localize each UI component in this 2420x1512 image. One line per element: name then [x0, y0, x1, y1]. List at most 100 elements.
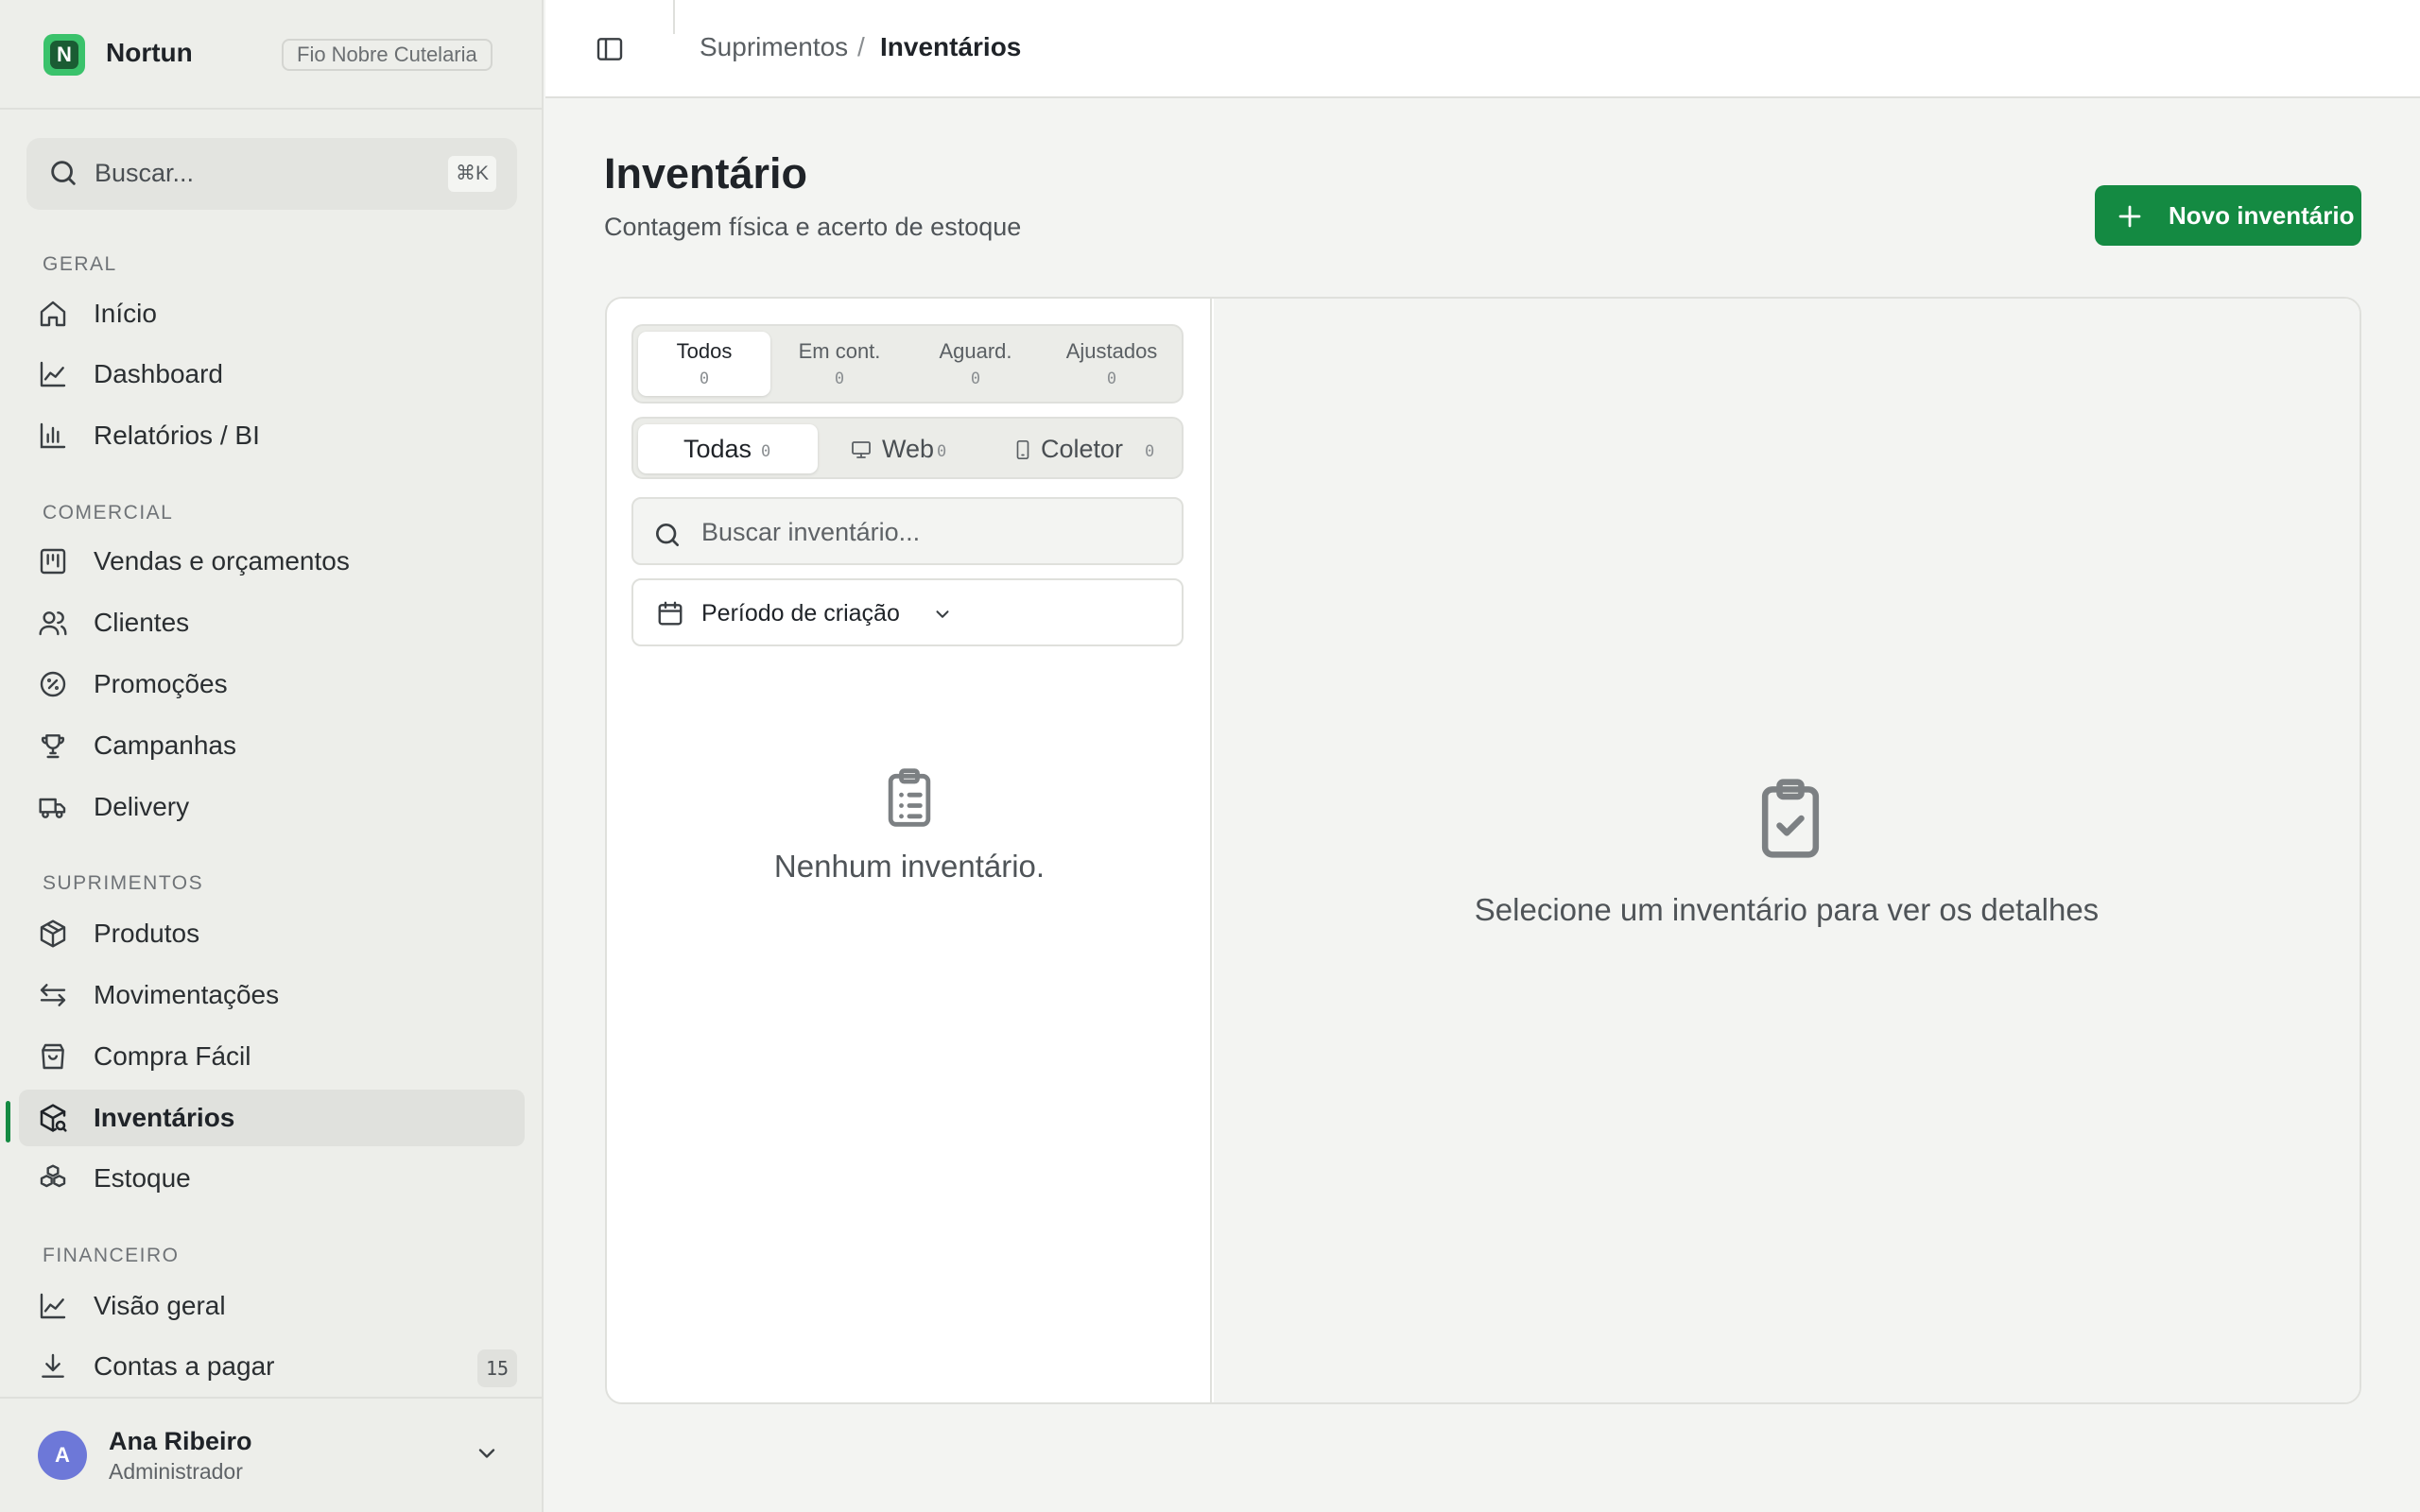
sidebar-item-inicio[interactable]: Início [19, 285, 525, 342]
sidebar-item-estoque[interactable]: Estoque [19, 1150, 525, 1207]
users-icon [38, 608, 68, 638]
sidebar-item-label: Contas a pagar [94, 1351, 275, 1381]
sidebar-item-inventarios[interactable]: Inventários [19, 1090, 525, 1146]
sidebar-item-label: Clientes [94, 608, 190, 637]
line-chart-icon [38, 1291, 68, 1321]
sidebar-item-label: Delivery [94, 792, 190, 821]
sidebar-item-visao-geral[interactable]: Visão geral [19, 1278, 525, 1334]
inventory-search-placeholder: Buscar inventário... [701, 518, 921, 546]
truck-icon [38, 792, 68, 822]
sidebar-item-label: Vendas e orçamentos [94, 546, 350, 576]
company-badge[interactable]: Fio Nobre Cutelaria [282, 39, 493, 71]
empty-list-message: Nenhum inventário. [773, 849, 1046, 884]
sidebar-item-label: Estoque [94, 1163, 191, 1193]
avatar: A [38, 1431, 87, 1480]
sidebar-item-produtos[interactable]: Produtos [19, 905, 525, 962]
smartphone-icon [1012, 438, 1033, 461]
sidebar-item-label: Visão geral [94, 1291, 226, 1320]
global-search-placeholder: Buscar... [95, 159, 195, 187]
breadcrumb-parent[interactable]: Suprimentos [700, 32, 848, 62]
tab-todas[interactable]: Todas 0 [638, 424, 818, 473]
tab-label: Coletor [1041, 435, 1124, 463]
sidebar-item-label: Início [94, 299, 157, 328]
brand-logo-letter: N [50, 41, 78, 69]
tab-count: 0 [937, 442, 947, 461]
global-search[interactable]: Buscar... ⌘K [26, 138, 517, 210]
page-title: Inventário [604, 149, 808, 198]
clipboard-check-icon [1747, 769, 1834, 868]
sidebar-item-compra-facil[interactable]: Compra Fácil [19, 1028, 525, 1085]
new-inventory-button[interactable]: Novo inventário [2095, 185, 2361, 246]
tab-label: Web [882, 435, 935, 463]
tab-em-contagem[interactable]: Em cont. 0 [773, 332, 906, 396]
shopping-bag-icon [38, 1041, 68, 1072]
breadcrumb-current: Inventários [880, 32, 1022, 61]
tab-ajustados[interactable]: Ajustados 0 [1046, 332, 1178, 396]
tab-count: 0 [761, 442, 771, 461]
sidebar-item-label: Promoções [94, 669, 228, 698]
tab-count: 0 [1106, 369, 1117, 388]
tab-label: Todos [676, 339, 733, 363]
home-icon [38, 299, 68, 329]
tab-label: Todas [683, 435, 752, 463]
sidebar-item-label: Campanhas [94, 730, 236, 760]
sidebar-item-vendas[interactable]: Vendas e orçamentos [19, 533, 525, 590]
user-name: Ana Ribeiro [109, 1427, 252, 1455]
sidebar-item-label: Inventários [94, 1103, 235, 1132]
sidebar: N Nortun Fio Nobre Cutelaria Buscar... ⌘… [0, 0, 544, 1512]
inventory-list-pane: Todos 0 Em cont. 0 Aguard. 0 Ajustados 0… [607, 299, 1212, 1402]
boxes-icon [38, 1163, 68, 1194]
user-role: Administrador [109, 1459, 243, 1484]
status-tabs: Todos 0 Em cont. 0 Aguard. 0 Ajustados 0 [631, 324, 1184, 404]
sidebar-item-relatorios[interactable]: Relatórios / BI [19, 407, 525, 464]
sidebar-item-movimentacoes[interactable]: Movimentações [19, 967, 525, 1023]
sidebar-item-contas-a-pagar[interactable]: Contas a pagar 15 [19, 1338, 525, 1395]
inventory-search-input[interactable]: Buscar inventário... [631, 497, 1184, 565]
bar-chart-icon [38, 421, 68, 451]
active-indicator [6, 1101, 10, 1143]
brand-logo[interactable]: N [43, 34, 85, 76]
trophy-icon [38, 730, 68, 761]
monitor-icon [849, 438, 873, 461]
tab-aguardando[interactable]: Aguard. 0 [909, 332, 1042, 396]
sidebar-item-label: Produtos [94, 919, 200, 948]
section-title-financeiro: FINANCEIRO [43, 1245, 180, 1266]
breadcrumb-separator: / [857, 32, 865, 61]
sidebar-item-label: Compra Fácil [94, 1041, 251, 1071]
sidebar-item-dashboard[interactable]: Dashboard [19, 346, 525, 403]
package-search-icon [38, 1103, 68, 1133]
user-menu[interactable]: A Ana Ribeiro Administrador [0, 1397, 542, 1512]
percent-badge-icon [38, 669, 68, 699]
tab-label: Ajustados [1065, 339, 1158, 363]
brand-name: Nortun [106, 38, 193, 67]
inventory-detail-pane: Selecione um inventário para ver os deta… [1214, 299, 2360, 1402]
tab-coletor[interactable]: Coletor 0 [994, 424, 1179, 473]
chevron-down-icon [932, 604, 953, 625]
tab-label: Em cont. [798, 339, 881, 363]
tab-count: 0 [970, 369, 981, 388]
tab-web[interactable]: Web 0 [825, 424, 986, 473]
period-filter-dropdown[interactable]: Período de criação [631, 578, 1184, 646]
tab-count: 0 [834, 369, 845, 388]
contas-count-badge: 15 [477, 1349, 517, 1387]
topbar-divider [673, 0, 675, 34]
section-title-geral: GERAL [43, 253, 117, 275]
period-filter-label: Período de criação [701, 600, 900, 627]
sidebar-item-promocoes[interactable]: Promoções [19, 656, 525, 713]
tab-label: Aguard. [939, 339, 1012, 363]
kanban-icon [38, 546, 68, 576]
inventory-panel: Todos 0 Em cont. 0 Aguard. 0 Ajustados 0… [605, 297, 2361, 1404]
new-inventory-label: Novo inventário [2169, 201, 2355, 230]
sidebar-item-label: Movimentações [94, 980, 280, 1009]
sidebar-item-campanhas[interactable]: Campanhas [19, 717, 525, 774]
tab-todos[interactable]: Todos 0 [638, 332, 770, 396]
sidebar-item-delivery[interactable]: Delivery [19, 779, 525, 835]
line-chart-icon [38, 359, 68, 389]
sidebar-toggle-icon[interactable] [595, 34, 625, 64]
search-icon [47, 157, 79, 189]
origin-tabs: Todas 0 Web 0 Coletor 0 [631, 417, 1184, 479]
chevron-down-icon[interactable] [474, 1440, 500, 1467]
section-title-comercial: COMERCIAL [43, 502, 174, 524]
sidebar-item-clientes[interactable]: Clientes [19, 594, 525, 651]
sidebar-item-label: Dashboard [94, 359, 223, 388]
